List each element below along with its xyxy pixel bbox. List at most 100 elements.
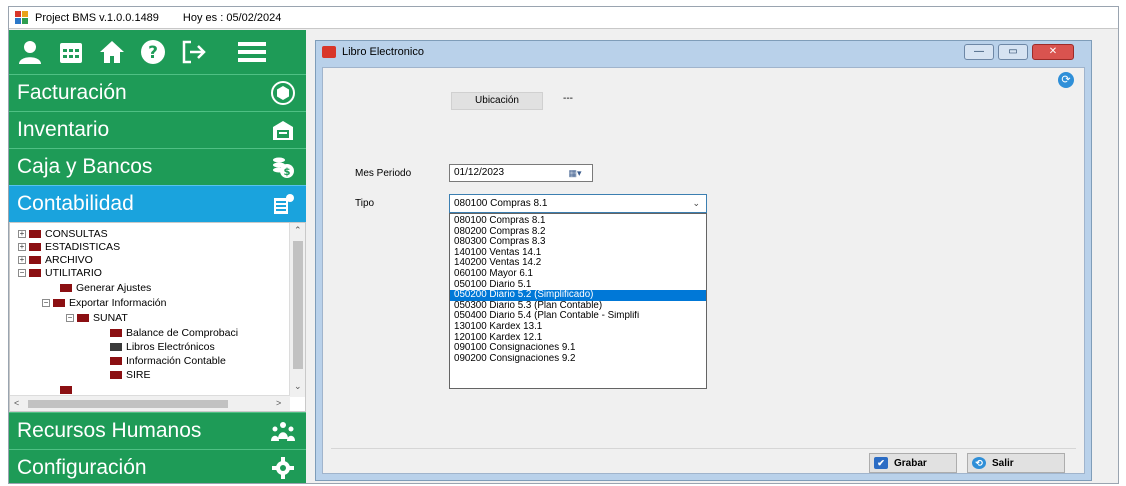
dropdown-option[interactable]: 140100 Ventas 14.1 [450,248,706,259]
restore-button[interactable]: ▭ [998,44,1028,60]
salir-label: Salir [992,457,1014,469]
collapse-icon[interactable]: − [66,313,74,322]
dropdown-option[interactable]: 080200 Compras 8.2 [450,227,706,238]
dropdown-option[interactable]: 140200 Ventas 14.2 [450,258,706,269]
tree-item-utilitario[interactable]: − UTILITARIO [18,266,102,279]
logout-icon[interactable] [179,37,209,67]
hamburger-menu-icon[interactable] [234,37,270,67]
calendar-dropdown-icon[interactable]: ▦▾ [560,166,590,180]
home-icon[interactable] [97,37,127,67]
folder-icon [110,342,122,351]
dropdown-option[interactable]: 050100 Diario 5.1 [450,280,706,291]
scroll-down-icon[interactable]: ⌄ [294,381,302,392]
dropdown-option[interactable]: 120100 Kardex 12.1 [450,333,706,344]
window-app-icon [322,46,336,58]
grabar-button[interactable]: ✔ Grabar [869,453,957,473]
scroll-up-icon[interactable]: ⌃ [294,225,302,236]
scroll-thumb[interactable] [293,241,303,369]
collapse-icon[interactable]: − [42,298,50,307]
salir-button[interactable]: ⟲ Salir [967,453,1065,473]
calendar-icon[interactable] [56,37,86,67]
folder-icon [60,385,72,394]
sidebar-toolbar: ? [9,30,306,74]
scroll-right-icon[interactable]: > [276,398,281,408]
expand-icon[interactable]: + [18,242,26,251]
dropdown-option[interactable]: 090100 Consignaciones 9.1 [450,343,706,354]
menu-caja-bancos[interactable]: Caja y Bancos $ [9,148,306,185]
tree-item-informacion-contable[interactable]: Información Contable [110,354,226,367]
dropdown-option[interactable]: 090200 Consignaciones 9.2 [450,354,706,365]
save-check-icon: ✔ [874,457,888,469]
app-logo-icon [15,10,29,25]
dropdown-option-selected[interactable]: 050200 Diario 5.2 (Simplificado) [450,290,706,301]
menu-contabilidad[interactable]: Contabilidad [9,185,306,222]
dropdown-option[interactable]: 080100 Compras 8.1 [450,216,706,227]
tree-item-balance-comprobacion[interactable]: Balance de Comprobaci [110,326,238,339]
sidebar: ? Facturación Inventario Caja y Bancos $… [9,30,306,483]
today-date: Hoy es : 05/02/2024 [182,11,282,24]
tree-vertical-scrollbar[interactable]: ⌃ ⌄ [289,223,305,397]
ubicacion-button[interactable]: Ubicación [451,92,543,110]
dropdown-option[interactable]: 130100 Kardex 13.1 [450,322,706,333]
tree-item-exportar-informacion[interactable]: − Exportar Información [42,296,166,309]
tree-item-sire[interactable]: SIRE [110,368,151,381]
scroll-left-icon[interactable]: < [14,398,19,408]
app-window: Project BMS v.1.0.0.1489 Hoy es : 05/02/… [8,6,1119,484]
dropdown-option[interactable]: 050300 Diario 5.3 (Plan Contable) [450,301,706,312]
menu-inventario[interactable]: Inventario [9,111,306,148]
menu-recursos-humanos[interactable]: Recursos Humanos [9,412,306,449]
menu-configuracion[interactable]: Configuración [9,449,306,483]
tree-horizontal-scrollbar[interactable]: < > [10,395,290,411]
tree-item-generar-ajustes[interactable]: Generar Ajustes [60,281,151,294]
menu-facturacion[interactable]: Facturación [9,74,306,111]
window-title-bar: Libro Electronico — ▭ ✕ [316,41,1091,63]
window-body: ⟳ Ubicación --- Mes Periodo 01/12/2023 ▦… [322,67,1085,474]
help-icon[interactable]: ? [138,37,168,67]
folder-icon [77,313,89,322]
menu-label: Contabilidad [17,192,134,215]
mes-periodo-label: Mes Periodo [355,168,412,179]
folder-icon [110,370,122,379]
close-button[interactable]: ✕ [1032,44,1074,60]
tree-item-estadisticas[interactable]: + ESTADISTICAS [18,240,120,253]
tipo-label: Tipo [355,198,375,209]
dropdown-option[interactable]: 060100 Mayor 6.1 [450,269,706,280]
minimize-button[interactable]: — [964,44,994,60]
gear-icon [268,453,298,483]
ledger-icon [268,189,298,219]
menu-label: Configuración [17,456,147,479]
tree-item-archivo[interactable]: + ARCHIVO [18,253,93,266]
tipo-select[interactable]: 080100 Compras 8.1 ⌄ [449,194,707,213]
libro-electronico-window: Libro Electronico — ▭ ✕ ⟳ Ubicación --- … [315,40,1092,481]
chevron-down-icon[interactable]: ⌄ [692,195,700,212]
exit-icon: ⟲ [972,457,986,469]
user-icon[interactable] [15,37,45,67]
cube-icon [268,78,298,108]
folder-icon [29,268,41,277]
menu-label: Caja y Bancos [17,155,153,178]
folder-icon [29,229,41,238]
window-title: Libro Electronico [342,46,424,58]
menu-label: Inventario [17,118,110,141]
window-footer: ✔ Grabar ⟲ Salir [331,448,1076,473]
expand-icon[interactable]: + [18,229,26,238]
tree-item-libros-electronicos[interactable]: Libros Electrónicos [110,340,215,353]
mes-periodo-input[interactable]: 01/12/2023 ▦▾ [449,164,593,182]
ubicacion-value: --- [563,93,573,104]
grabar-label: Grabar [894,457,927,469]
expand-icon[interactable]: + [18,255,26,264]
folder-icon [110,356,122,365]
folder-icon [29,255,41,264]
menu-label: Facturación [17,81,127,104]
coins-icon: $ [268,152,298,182]
scroll-thumb[interactable] [28,400,228,408]
tree-item-consultas[interactable]: + CONSULTAS [18,227,108,240]
refresh-icon[interactable]: ⟳ [1058,72,1074,88]
collapse-icon[interactable]: − [18,268,26,277]
menu-label: Recursos Humanos [17,419,202,442]
tipo-dropdown-list: 080100 Compras 8.1 080200 Compras 8.2 08… [449,213,707,389]
dropdown-option[interactable]: 050400 Diario 5.4 (Plan Contable - Simpl… [450,311,706,322]
tree-item-sunat[interactable]: − SUNAT [66,311,128,324]
folder-icon [53,298,65,307]
dropdown-option[interactable]: 080300 Compras 8.3 [450,237,706,248]
